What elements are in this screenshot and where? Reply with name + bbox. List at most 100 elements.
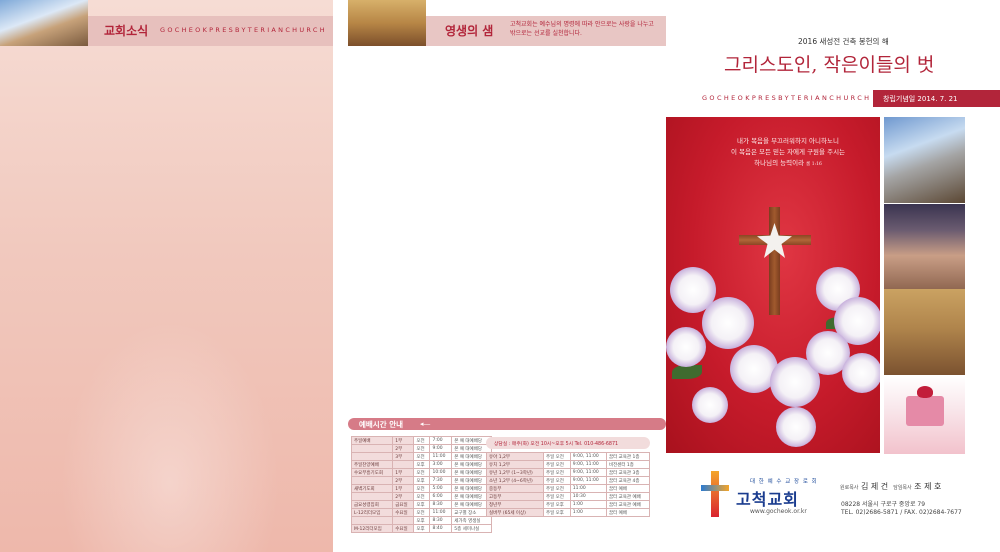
table-row: 주일찬양예배 오후 3:00 본 예 대예배당 — [350, 460, 492, 469]
bible-verse: 내가 복음을 부끄러워하지 아니하노니 이 복음은 모든 믿는 자에게 구원을 … — [708, 136, 868, 170]
news-header: 교회소식 GOCHEOKPRESBYTERIANCHURCH — [0, 0, 333, 46]
table-row: 청년부 주일 오후 1:00 꿈터 교육관 예배 — [486, 500, 651, 509]
table-cell: 1부 — [392, 468, 415, 477]
table-cell: 오후 — [413, 516, 431, 525]
table-cell: 중등부 — [486, 484, 544, 493]
flower — [692, 387, 728, 423]
flower — [666, 327, 706, 367]
table-cell: 꿈터 교육관 4층 — [605, 476, 651, 485]
church-website[interactable]: www.gocheok.or.kr — [750, 508, 807, 515]
table-cell: 수요일 — [392, 508, 415, 517]
table-cell: 8:30 — [429, 500, 453, 509]
table-cell: 세가족 영생실 — [451, 516, 492, 525]
table-cell: 9:00, 11:00 — [569, 460, 607, 469]
table-cell: 꿈터 교육관 예배 — [605, 500, 651, 509]
eternal-life-header: 영생의 샘 고척교회는 예수님의 명령에 따라 안으로는 사랑을 나누고 밖으로… — [348, 0, 666, 46]
ribbon-icon — [917, 386, 933, 398]
gift-thumb — [884, 376, 965, 454]
table-cell: 5층 세미나실 — [451, 524, 492, 533]
table-cell: 청년부 — [486, 500, 544, 509]
table-cell: 3:00 — [429, 460, 453, 469]
table-cell: 7:00 — [429, 436, 453, 445]
church-logo-name: 고척교회 — [736, 490, 799, 509]
verse-reference: 롬 1:16 — [806, 162, 822, 167]
cover-bar: GOCHEOKPRESBYTERIANCHURCH 창립기념일 2014. 7.… — [682, 90, 1000, 107]
table-cell: 금요성령집회 — [350, 500, 394, 509]
table-cell: 9:00, 11:00 — [569, 468, 607, 477]
department-schedule-table: 유아 1,2부 주일 오전 9:00, 11:00 꿈터 교육관 1층 유치 1,2부 주… — [486, 452, 651, 517]
table-cell: 꿈터 교육관 3층 — [605, 468, 651, 477]
counseling-notice: 상담실 : 매주(화) 오전 10시~오후 5시 Tel. 010-486-68… — [486, 437, 650, 449]
flower — [842, 353, 880, 393]
flower — [702, 297, 754, 349]
verse-line: 이 복음은 모든 믿는 자에게 구원을 주시는 — [730, 148, 846, 156]
table-cell: 10:30 — [569, 492, 607, 501]
table-cell — [350, 516, 394, 525]
table-cell: 실버부 (65세 이상) — [486, 508, 544, 517]
denomination-label: 대 한 예 수 교 장 로 회 — [750, 479, 818, 485]
table-cell: 1부 — [392, 484, 415, 493]
table-row: 수요부흥기도회 1부 오전 10:00 본 예 대예배당 — [350, 468, 492, 477]
table-cell: 주일 오후 — [542, 508, 571, 517]
table-cell: 10:00 — [429, 468, 453, 477]
table-cell: M-12리더모임 — [350, 524, 394, 533]
faded-flower-image — [60, 320, 280, 552]
table-cell: 꿈터 교육관 예배 — [605, 492, 651, 501]
table-row: 2부 오전 6:00 본 예 대예배당 — [350, 492, 492, 501]
table-cell: 주일예배 — [350, 436, 394, 445]
table-cell: 주일 오전 — [542, 468, 571, 477]
table-cell — [392, 460, 415, 469]
table-cell: 비전센터 1층 — [605, 460, 651, 469]
table-cell — [350, 492, 394, 501]
verse-line: 하나님의 능력이라 롬 1:16 — [754, 159, 822, 167]
table-cell: 새벽기도회 — [350, 484, 394, 493]
church-phone: TEL. 02)2686-5871 / FAX. 02)2684-7677 — [841, 509, 962, 516]
table-cell: 오전 — [413, 444, 431, 453]
table-cell: 5:00 — [429, 484, 453, 493]
table-cell: 오전 — [413, 508, 431, 517]
church-logo-bar — [701, 485, 729, 491]
table-cell: 1부 — [392, 436, 415, 445]
table-cell: 2부 — [392, 476, 415, 485]
table-row: 유아 1,2부 주일 오전 9:00, 11:00 꿈터 교육관 1층 — [486, 452, 651, 461]
table-cell: 꿈터 교육관 1층 — [605, 452, 651, 461]
table-cell: 11:00 — [429, 452, 453, 461]
church-address: 08228 서울시 구로구 중앙로 79 — [841, 501, 926, 508]
table-cell: 주일 오전 — [542, 492, 571, 501]
church-name-english: GOCHEOKPRESBYTERIANCHURCH — [702, 94, 872, 102]
founding-date: 창립기념일 2014. 7. 21 — [873, 90, 1000, 107]
table-cell: L-12리더모임 — [350, 508, 394, 517]
pastor-emeritus-label: 원로목사 — [840, 485, 859, 491]
table-cell: 8:40 — [429, 524, 453, 533]
table-cell: 주일 오후 — [542, 500, 571, 509]
table-row: 오후 8:30 세가족 영생실 — [350, 516, 492, 525]
table-cell: 소년 1,2부 (4~6학년) — [486, 476, 544, 485]
table-row: 금요성령집회 금요일 오후 8:30 본 예 대예배당 — [350, 500, 492, 509]
table-cell: 유아 1,2부 — [486, 452, 544, 461]
table-cell: 6:00 — [429, 492, 453, 501]
table-cell: 11:00 — [569, 484, 607, 493]
sanctuary-thumb — [884, 289, 965, 375]
church-building-photo — [0, 0, 88, 46]
table-cell: 오후 — [413, 524, 431, 533]
year-tagline: 2016 새성전 건축 봉헌의 해 — [798, 37, 889, 46]
worship-schedule-label: 예배시간 안내 — [359, 420, 404, 429]
table-row: 주일예배 1부 오전 7:00 본 예 대예배당 — [350, 436, 492, 445]
table-row: 소년 1,2부 (4~6학년) 주일 오전 9:00, 11:00 꿈터 교육관 4층 — [486, 476, 651, 485]
verse-line: 내가 복음을 부끄러워하지 아니하노니 — [737, 137, 839, 145]
table-cell: 7:30 — [429, 476, 453, 485]
table-cell: 주일찬양예배 — [350, 460, 394, 469]
table-cell — [350, 476, 394, 485]
table-cell: 오전 — [413, 452, 431, 461]
table-row: 3부 오전 11:00 본 예 대예배당 — [350, 452, 492, 461]
table-cell: 3부 — [392, 452, 415, 461]
table-cell: 1:00 — [569, 500, 607, 509]
table-cell: 수요일 — [392, 524, 415, 533]
table-row: L-12리더모임 수요일 오전 11:00 교구별 장소 — [350, 508, 492, 517]
table-row: 고등부 주일 오전 10:30 꿈터 교육관 예배 — [486, 492, 651, 501]
table-row: 2부 오전 9:00 본 예 대예배당 — [350, 444, 492, 453]
pastor-emeritus-name: 김 제 건 — [860, 482, 889, 491]
table-cell: 오후 — [413, 500, 431, 509]
worship-thumb — [884, 204, 965, 290]
gift-box-icon — [906, 396, 944, 426]
